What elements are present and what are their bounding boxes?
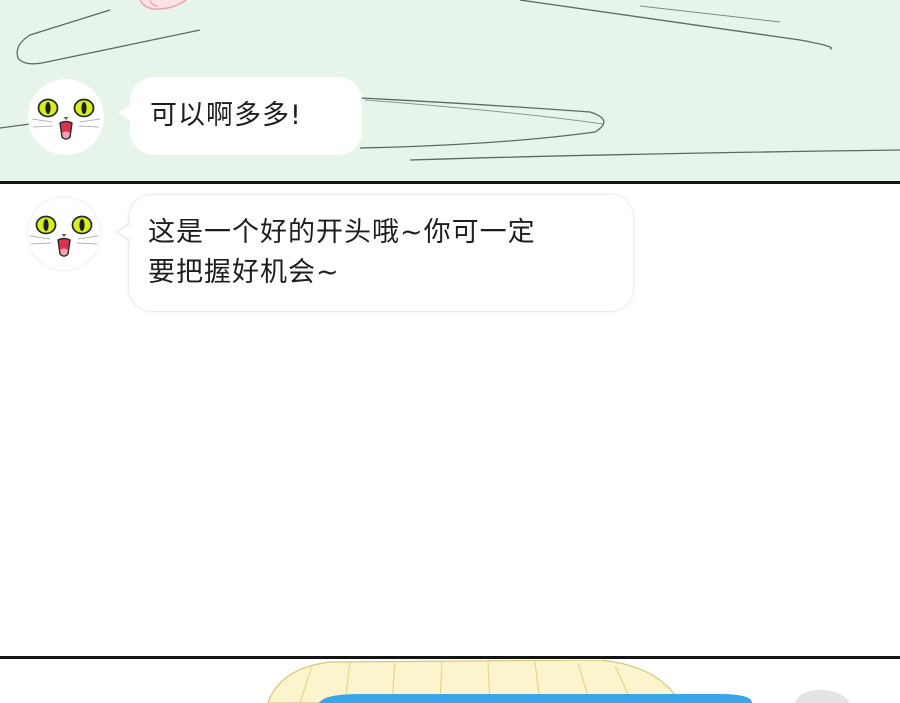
- avatar: [26, 196, 102, 272]
- panel-border: [0, 656, 900, 659]
- comic-panel-top: 可以啊多多!: [0, 0, 900, 181]
- cat-face-icon: [26, 196, 102, 272]
- comic-page: 可以啊多多! 这是一个好的开头哦~你可一定 要把握好机会~: [0, 0, 900, 703]
- panel-border: [0, 181, 900, 184]
- character-illustration: [267, 660, 850, 703]
- avatar: [28, 79, 104, 155]
- message-text: 可以啊多多!: [150, 100, 302, 131]
- message-line: 这是一个好的开头哦~你可一定: [148, 217, 536, 248]
- cat-face-icon: [29, 80, 103, 154]
- speech-bubble: 这是一个好的开头哦~你可一定 要把握好机会~: [115, 194, 634, 312]
- speech-bubble: 可以啊多多!: [118, 77, 362, 155]
- comic-panel-bottom: [0, 660, 900, 703]
- message-line: 要把握好机会~: [148, 257, 340, 288]
